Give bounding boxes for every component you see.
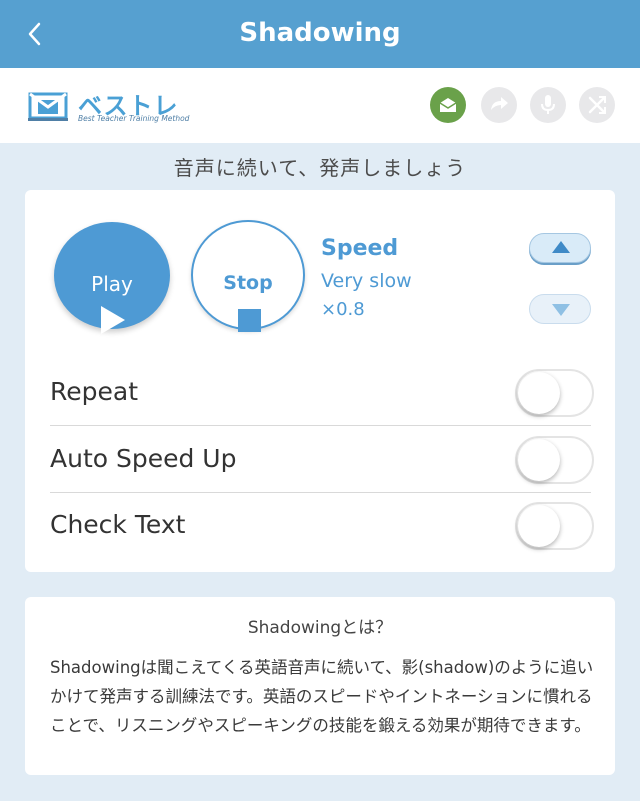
speed-title: Speed <box>321 236 399 261</box>
info-card: Shadowingとは？ Shadowingは聞こえてくる英語音声に続いて、影(… <box>25 597 615 775</box>
info-title: Shadowingとは？ <box>247 618 393 638</box>
divider <box>50 425 591 426</box>
stop-icon <box>238 309 261 332</box>
speed-up-button[interactable] <box>529 233 591 263</box>
repeat-label: Repeat <box>50 377 139 406</box>
check-text-toggle[interactable] <box>515 502 594 550</box>
stop-button[interactable]: Stop <box>191 220 305 332</box>
triangle-up-icon <box>552 241 570 253</box>
brand-bar: ベストレ Best Teacher Training Method <box>0 68 640 143</box>
redo-icon[interactable] <box>481 87 517 123</box>
play-button[interactable]: Play <box>54 222 170 334</box>
toggle-knob <box>518 372 560 414</box>
play-label: Play <box>91 272 133 296</box>
play-icon <box>101 306 125 334</box>
instruction-text: 音声に続いて、発声しましょう <box>173 156 467 180</box>
logo-mark-icon <box>28 92 68 121</box>
speed-down-button[interactable] <box>529 294 591 324</box>
speed-rate: ×0.8 <box>321 299 365 320</box>
navigation-bar: Shadowing <box>0 0 640 68</box>
brand-tagline: Best Teacher Training Method <box>78 114 190 123</box>
toggle-knob <box>518 439 560 481</box>
triangle-down-icon <box>552 304 570 316</box>
speed-mode: Very slow <box>321 270 412 292</box>
check-text-label: Check Text <box>50 510 186 539</box>
info-body: Shadowingは聞こえてくる英語音声に続いて、影(shadow)のように追い… <box>50 658 594 735</box>
page-title: Shadowing <box>239 18 401 48</box>
auto-speed-up-label: Auto Speed Up <box>50 444 237 473</box>
repeat-toggle[interactable] <box>515 369 594 417</box>
stop-label: Stop <box>223 272 273 294</box>
envelope-icon[interactable] <box>430 87 466 123</box>
auto-speed-up-toggle[interactable] <box>515 436 594 484</box>
shuffle-icon[interactable] <box>579 87 615 123</box>
brand-logo: ベストレ Best Teacher Training Method <box>28 86 198 130</box>
microphone-icon[interactable] <box>530 87 566 123</box>
divider <box>50 492 591 493</box>
toggle-knob <box>518 505 560 547</box>
